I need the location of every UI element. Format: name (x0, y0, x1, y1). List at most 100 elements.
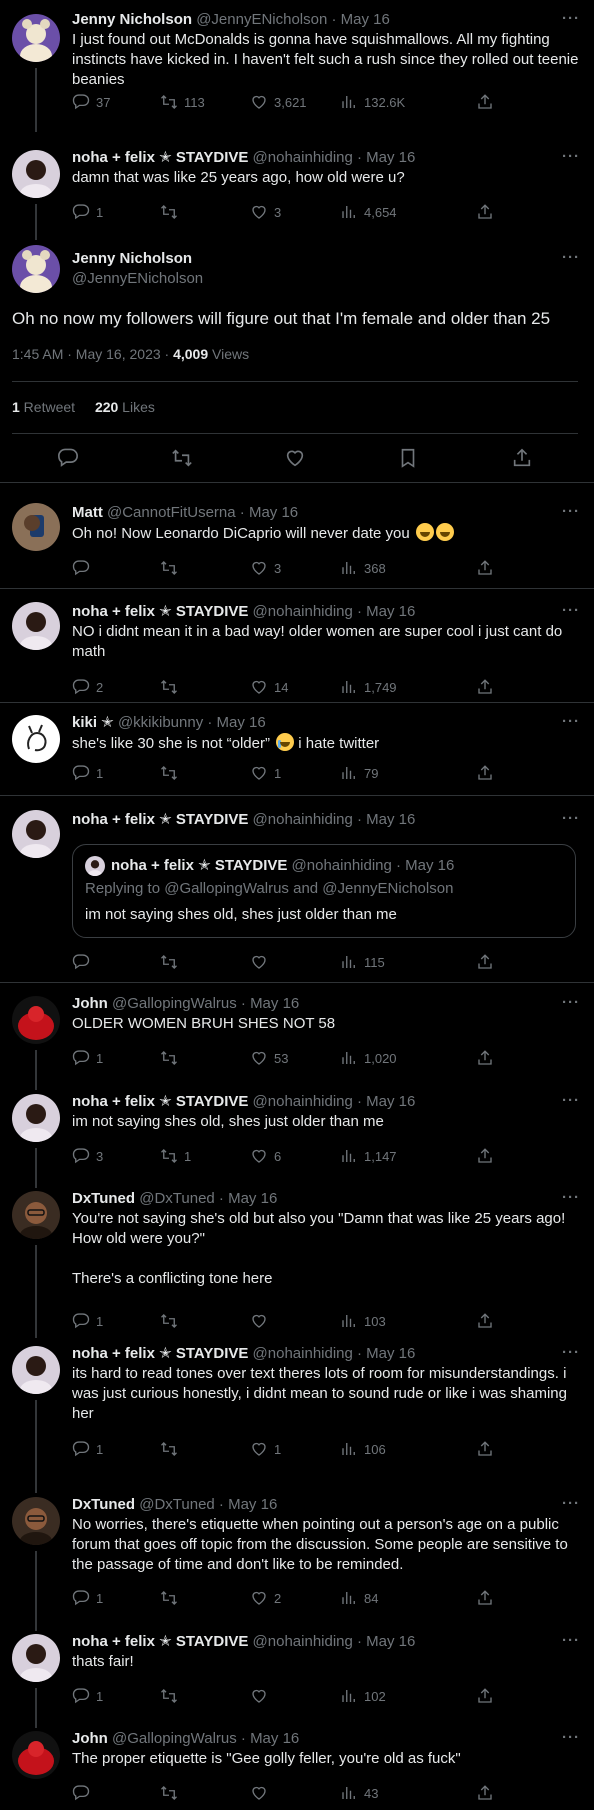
avatar[interactable] (12, 1094, 60, 1142)
timestamp[interactable]: 1:45 AM · May 16, 2023 · (12, 346, 173, 362)
handle-date[interactable]: @nohainhiding · May 16 (253, 1633, 416, 1650)
reply-tweet[interactable]: Matt @CannotFitUserna · May 16 ··· Oh no… (0, 503, 594, 583)
retweet-button[interactable] (160, 677, 178, 697)
more-icon[interactable]: ··· (562, 1189, 580, 1206)
handle-date[interactable]: @GallopingWalrus · May 16 (112, 995, 299, 1012)
display-name[interactable]: John (72, 1730, 108, 1747)
avatar[interactable] (12, 1731, 60, 1779)
reply-button[interactable]: 1 (72, 1686, 103, 1706)
like-button[interactable]: 14 (250, 677, 288, 697)
like-button[interactable]: 53 (250, 1048, 288, 1068)
more-icon[interactable]: ··· (562, 1495, 580, 1512)
handle-date[interactable]: @JennyENicholson · May 16 (196, 11, 390, 28)
reply-tweet[interactable]: noha + felix ✭ STAYDIVE @nohainhiding · … (0, 1344, 594, 1493)
like-button[interactable] (250, 1311, 268, 1331)
avatar[interactable] (12, 602, 60, 650)
handle[interactable]: @JennyENicholson (72, 269, 203, 289)
display-name[interactable]: John (72, 995, 108, 1012)
views-button[interactable]: 115 (340, 952, 385, 972)
more-icon[interactable]: ··· (562, 148, 580, 165)
reply-button[interactable] (72, 952, 90, 972)
like-button[interactable] (250, 952, 268, 972)
display-name[interactable]: noha + felix ✭ STAYDIVE (72, 1345, 248, 1362)
views-button[interactable]: 103 (340, 1311, 386, 1331)
retweet-button[interactable] (160, 1439, 178, 1459)
reply-button[interactable]: 37 (72, 92, 110, 112)
avatar[interactable] (12, 1191, 60, 1239)
likes-stat[interactable]: 220 Likes (95, 399, 155, 415)
display-name[interactable]: noha + felix ✭ STAYDIVE (72, 603, 248, 620)
display-name[interactable]: DxTuned (72, 1496, 135, 1513)
share-button[interactable] (476, 92, 494, 112)
more-icon[interactable]: ··· (562, 994, 580, 1011)
handle-date[interactable]: @CannotFitUserna · May 16 (107, 504, 298, 521)
share-button[interactable] (476, 952, 494, 972)
handle-date[interactable]: @nohainhiding · May 16 (253, 603, 416, 620)
reply-tweet[interactable]: noha + felix ✭ STAYDIVE @nohainhiding · … (0, 602, 594, 697)
reply-button[interactable] (72, 1783, 90, 1803)
retweet-button[interactable] (160, 1311, 178, 1331)
reply-tweet[interactable]: kiki ✭ @kkikibunny · May 16 ··· she's li… (0, 713, 594, 790)
views-button[interactable]: 1,147 (340, 1146, 397, 1166)
reply-tweet[interactable]: DxTuned @DxTuned · May 16 ··· You're not… (0, 1189, 594, 1338)
views-button[interactable]: 102 (340, 1686, 386, 1706)
reply-button[interactable]: 1 (72, 1439, 103, 1459)
heart-icon[interactable] (284, 447, 306, 469)
views-button[interactable]: 106 (340, 1439, 386, 1459)
more-icon[interactable]: ··· (562, 810, 580, 827)
share-button[interactable] (476, 1783, 494, 1803)
display-name[interactable]: Jenny Nicholson (72, 249, 203, 269)
share-icon[interactable] (511, 447, 533, 469)
share-button[interactable] (476, 677, 494, 697)
retweet-button[interactable] (160, 558, 178, 578)
share-button[interactable] (476, 1311, 494, 1331)
more-icon[interactable]: ··· (562, 503, 580, 520)
share-button[interactable] (476, 763, 494, 783)
views-button[interactable]: 4,654 (340, 202, 397, 222)
share-button[interactable] (476, 558, 494, 578)
reply-tweet[interactable]: noha + felix ✭ STAYDIVE @nohainhiding · … (0, 810, 594, 975)
retweet-icon[interactable] (171, 447, 193, 469)
tweet-jenny-original[interactable]: Jenny Nicholson @JennyENicholson · May 1… (0, 10, 594, 132)
like-button[interactable]: 6 (250, 1146, 281, 1166)
like-button[interactable]: 1 (250, 1439, 281, 1459)
like-button[interactable]: 3 (250, 202, 281, 222)
display-name[interactable]: noha + felix ✭ STAYDIVE (72, 149, 248, 166)
like-button[interactable]: 1 (250, 763, 281, 783)
reply-tweet[interactable]: John @GallopingWalrus · May 16 ··· The p… (0, 1729, 594, 1804)
share-button[interactable] (476, 1048, 494, 1068)
handle-date[interactable]: @DxTuned · May 16 (139, 1496, 277, 1513)
handle-date[interactable]: @nohainhiding · May 16 (253, 1093, 416, 1110)
handle-date[interactable]: @DxTuned · May 16 (139, 1190, 277, 1207)
share-button[interactable] (476, 202, 494, 222)
share-button[interactable] (476, 1588, 494, 1608)
reply-tweet[interactable]: noha + felix ✭ STAYDIVE @nohainhiding · … (0, 1632, 594, 1728)
handle-date[interactable]: @GallopingWalrus · May 16 (112, 1730, 299, 1747)
avatar[interactable] (12, 14, 60, 62)
more-icon[interactable]: ··· (562, 602, 580, 619)
avatar[interactable] (12, 150, 60, 198)
views-button[interactable]: 368 (340, 558, 386, 578)
like-button[interactable] (250, 1783, 268, 1803)
reply-button[interactable]: 1 (72, 202, 103, 222)
like-button[interactable]: 3 (250, 558, 281, 578)
handle-date[interactable]: @nohainhiding · May 16 (253, 811, 416, 828)
reply-button[interactable] (72, 558, 90, 578)
reply-button[interactable]: 1 (72, 1311, 103, 1331)
views-button[interactable]: 1,020 (340, 1048, 397, 1068)
like-button[interactable]: 2 (250, 1588, 281, 1608)
more-icon[interactable]: ··· (562, 1092, 580, 1109)
retweet-button[interactable] (160, 1783, 178, 1803)
reply-tweet[interactable]: John @GallopingWalrus · May 16 ··· OLDER… (0, 994, 594, 1090)
more-icon[interactable]: ··· (562, 1632, 580, 1649)
display-name[interactable]: DxTuned (72, 1190, 135, 1207)
share-button[interactable] (476, 1439, 494, 1459)
retweet-button[interactable] (160, 952, 178, 972)
display-name[interactable]: noha + felix ✭ STAYDIVE (72, 1093, 248, 1110)
reply-button[interactable]: 1 (72, 1588, 103, 1608)
retweet-button[interactable] (160, 763, 178, 783)
views-button[interactable]: 84 (340, 1588, 378, 1608)
views-button[interactable]: 1,749 (340, 677, 397, 697)
reply-button[interactable]: 3 (72, 1146, 103, 1166)
avatar[interactable] (12, 810, 60, 858)
